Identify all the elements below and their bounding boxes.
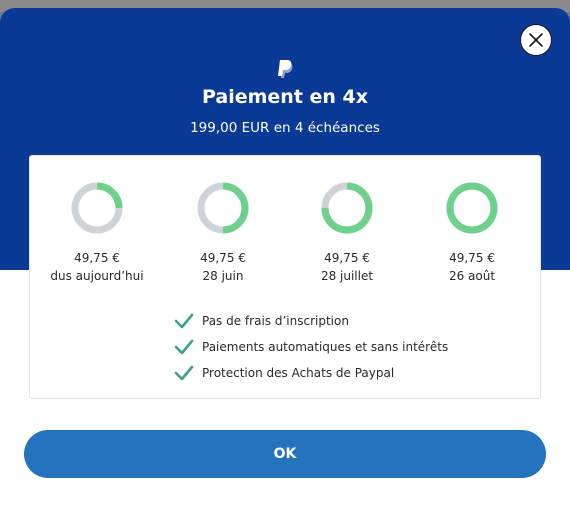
installment-amount: 49,75 € (324, 251, 370, 265)
progress-ring-3 (321, 182, 373, 234)
installment-due: dus aujourd’hui (50, 269, 144, 283)
feature-label: Pas de frais d’inscription (202, 314, 349, 328)
modal-title: Paiement en 4x (201, 86, 369, 108)
installment-due: 28 juillet (320, 269, 374, 283)
installment-2: 49,75 € 28 juin (163, 180, 283, 285)
close-icon (529, 33, 543, 47)
installment-due: 26 août (448, 269, 496, 283)
feature-item: Protection des Achats de Paypal (174, 360, 448, 386)
check-icon (174, 313, 194, 329)
close-button[interactable] (520, 24, 552, 56)
installment-3: 49,75 € 28 juillet (287, 180, 407, 285)
progress-ring-1 (71, 182, 123, 234)
installment-1: 49,75 € dus aujourd’hui (37, 180, 157, 285)
installment-amount: 49,75 € (200, 251, 246, 265)
check-icon (174, 339, 194, 355)
feature-label: Protection des Achats de Paypal (202, 366, 395, 380)
installment-due: 28 juin (202, 269, 244, 283)
installment-amount: 49,75 € (74, 251, 120, 265)
paypal-logo (278, 60, 293, 78)
modal-subtitle: 199,00 EUR en 4 échéances (190, 120, 380, 136)
feature-item: Pas de frais d’inscription (174, 308, 448, 334)
installment-4: 49,75 € 26 août (412, 180, 532, 285)
feature-list: Pas de frais d’inscription Paiements aut… (174, 308, 448, 386)
progress-ring-4 (446, 182, 498, 234)
installment-card: 49,75 € dus aujourd’hui 49,75 € 28 juin … (29, 155, 541, 399)
feature-label: Paiements automatiques et sans intérêts (202, 340, 449, 354)
installment-amount: 49,75 € (449, 251, 495, 265)
payment-modal: Paiement en 4x 199,00 EUR en 4 échéances… (0, 8, 570, 510)
feature-item: Paiements automatiques et sans intérêts (174, 334, 448, 360)
progress-ring-2 (197, 182, 249, 234)
ok-button[interactable]: OK (24, 430, 546, 478)
check-icon (174, 365, 194, 381)
